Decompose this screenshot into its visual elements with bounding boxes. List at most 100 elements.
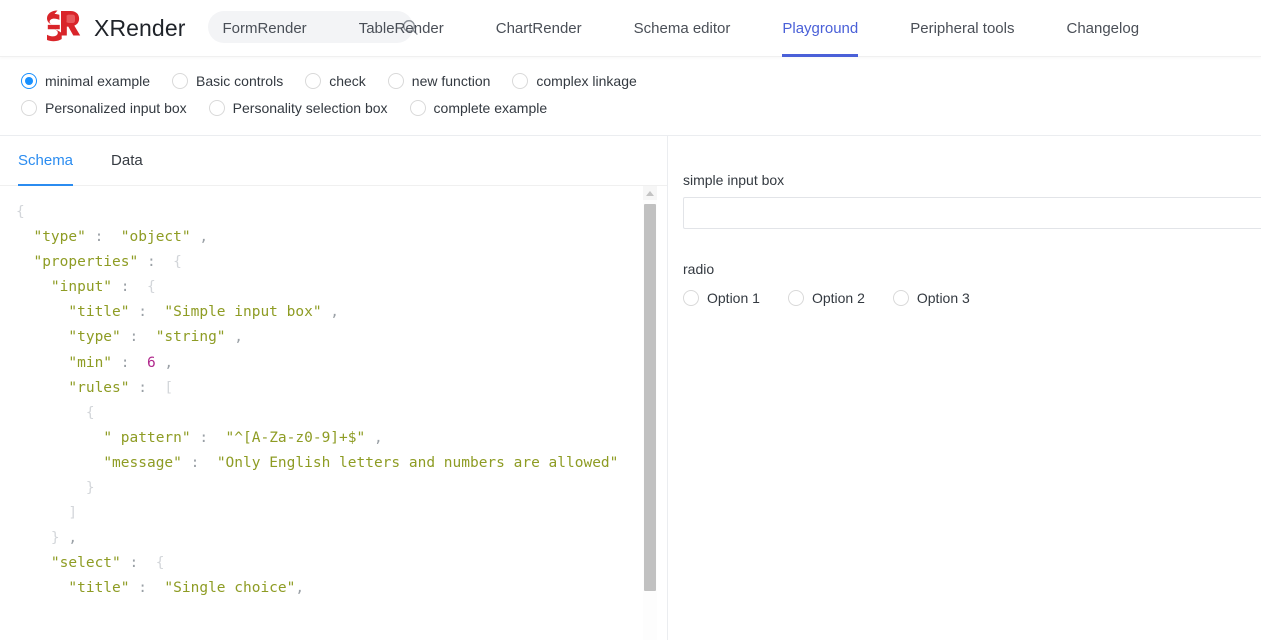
code-token-key: " pattern" (103, 430, 190, 446)
code-token-key: "input" (51, 279, 112, 295)
code-indent (16, 580, 68, 596)
nav-item-playground[interactable]: Playground (782, 0, 858, 57)
nav-item-formrender[interactable]: FormRender (222, 0, 306, 57)
code-indent (16, 505, 68, 521)
example-radio-complex-linkage[interactable]: complex linkage (512, 73, 636, 89)
nav-item-schema-editor[interactable]: Schema editor (634, 0, 731, 57)
radio-circle-icon[interactable] (410, 100, 426, 116)
code-token-sep: : (130, 380, 165, 396)
example-radio-groups: minimal example Basic controls check new fu… (0, 57, 660, 121)
code-line: { (16, 200, 620, 225)
code-token-punc: [ (164, 380, 173, 396)
tab-schema[interactable]: Schema (18, 136, 73, 186)
code-content[interactable]: { "type" : "object" , "properties" : { "… (0, 186, 620, 602)
code-token-sep: : (130, 580, 165, 596)
code-line: { (16, 401, 620, 426)
nav-item-tablerender[interactable]: TableRender (359, 0, 444, 57)
radio-label: Personalized input box (45, 100, 187, 116)
code-indent (16, 304, 68, 320)
code-indent (16, 279, 51, 295)
example-radio-basic-controls[interactable]: Basic controls (172, 73, 283, 89)
nav-item-chartrender[interactable]: ChartRender (496, 0, 582, 57)
code-indent (16, 254, 33, 270)
code-line: } , (16, 526, 620, 551)
example-radio-check[interactable]: check (305, 73, 366, 89)
code-token-key: "properties" (33, 254, 138, 270)
code-token-key: "min" (68, 355, 112, 371)
nav-item-changelog[interactable]: Changelog (1066, 0, 1139, 57)
app-header: XRender FormRender TableRender ChartRender… (0, 0, 1261, 57)
code-indent (16, 455, 103, 471)
scrollbar-thumb[interactable] (644, 204, 656, 591)
radio-circle-icon[interactable] (683, 290, 699, 306)
code-token-punc: { (86, 405, 95, 421)
radio-field: radio Option 1 Option 2 Option 3 (683, 261, 1261, 306)
radio-circle-icon[interactable] (788, 290, 804, 306)
code-token-num: 6 (147, 355, 156, 371)
radio-label: minimal example (45, 73, 150, 89)
preview-radio-option-2[interactable]: Option 2 (788, 290, 865, 306)
code-line: "min" : 6 , (16, 351, 620, 376)
code-token-punc: } (86, 480, 95, 496)
input-field-label: simple input box (683, 172, 1261, 188)
example-row-1: minimal example Basic controls check new fu… (21, 67, 660, 94)
code-token-sep: : (191, 430, 226, 446)
radio-circle-icon[interactable] (512, 73, 528, 89)
code-token-str: "^[A-Za-z0-9]+$" (226, 430, 366, 446)
editor-scrollbar[interactable] (643, 186, 657, 640)
code-token-sep: : (112, 355, 147, 371)
tab-data[interactable]: Data (111, 136, 143, 186)
code-token-str: "Only English letters and numbers are al… (217, 455, 619, 471)
preview-radio-option-3[interactable]: Option 3 (893, 290, 970, 306)
radio-circle-icon[interactable] (21, 100, 37, 116)
nav-item-peripheral-tools[interactable]: Peripheral tools (910, 0, 1014, 57)
example-row-2: Personalized input box Personality select… (21, 94, 660, 121)
radio-circle-icon[interactable] (305, 73, 321, 89)
simple-input-box[interactable] (683, 197, 1261, 229)
code-editor[interactable]: { "type" : "object" , "properties" : { "… (0, 186, 667, 640)
code-indent (16, 229, 33, 245)
radio-circle-icon[interactable] (388, 73, 404, 89)
example-radio-new-function[interactable]: new function (388, 73, 491, 89)
code-line: "title" : "Single choice", (16, 576, 620, 601)
example-option-bar: minimal example Basic controls check new fu… (0, 57, 1261, 135)
code-line: "message" : "Only English letters and nu… (16, 451, 620, 476)
code-indent (16, 405, 86, 421)
code-line: "type" : "string" , (16, 325, 620, 350)
chevron-up-icon[interactable] (643, 186, 657, 200)
radio-label: complete example (434, 100, 548, 116)
code-token-sep: , (60, 530, 77, 546)
code-token-sep: , (156, 355, 173, 371)
code-token-key: "title" (68, 580, 129, 596)
radio-label: Option 3 (917, 290, 970, 306)
code-token-str: "Single choice" (164, 580, 295, 596)
example-radio-complete-example[interactable]: complete example (410, 100, 548, 116)
code-token-sep: : (121, 329, 156, 345)
code-token-punc: { (173, 254, 182, 270)
radio-label: complex linkage (536, 73, 636, 89)
example-radio-personality-selection-box[interactable]: Personality selection box (209, 100, 388, 116)
example-radio-personalized-input-box[interactable]: Personalized input box (21, 100, 187, 116)
preview-radio-option-1[interactable]: Option 1 (683, 290, 760, 306)
radio-circle-icon[interactable] (893, 290, 909, 306)
radio-options: Option 1 Option 2 Option 3 (683, 290, 1261, 306)
code-line: " pattern" : "^[A-Za-z0-9]+$" , (16, 426, 620, 451)
code-indent (16, 430, 103, 446)
example-radio-minimal-example[interactable]: minimal example (21, 73, 150, 89)
radio-circle-icon[interactable] (21, 73, 37, 89)
code-token-sep: , (191, 229, 208, 245)
radio-circle-icon[interactable] (209, 100, 225, 116)
radio-field-label: radio (683, 261, 1261, 277)
brand-name: XRender (94, 15, 185, 42)
code-token-sep: , (365, 430, 382, 446)
code-token-key: "type" (33, 229, 85, 245)
code-line: "select" : { (16, 551, 620, 576)
code-token-key: "message" (103, 455, 182, 471)
brand[interactable]: XRender (38, 7, 185, 49)
code-token-key: "title" (68, 304, 129, 320)
radio-circle-icon[interactable] (172, 73, 188, 89)
code-indent (16, 329, 68, 345)
radio-label: Option 2 (812, 290, 865, 306)
code-token-sep: , (322, 304, 339, 320)
code-token-str: "object" (121, 229, 191, 245)
